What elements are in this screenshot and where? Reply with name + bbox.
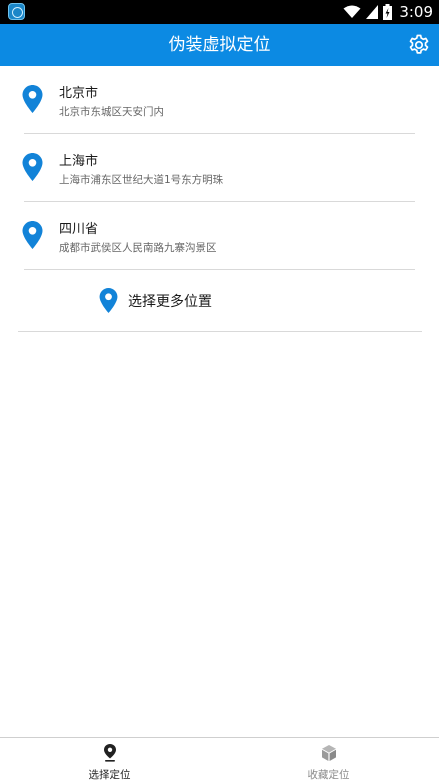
app-bar: 伪装虚拟定位 [0,24,439,66]
location-pin-icon [22,153,43,181]
wifi-icon [343,5,361,18]
divider [18,331,422,332]
location-item-sichuan[interactable]: 四川省 成都市武侯区人民南路九寨沟景区 [0,202,439,270]
status-bar: 3:09 [0,0,439,24]
tab-select-location[interactable]: 选择定位 [0,738,219,782]
page-title: 伪装虚拟定位 [168,35,271,55]
location-pin-icon [22,221,43,249]
location-name: 四川省 [59,222,99,237]
bottom-nav: 选择定位 收藏定位 [0,737,439,782]
battery-icon [383,4,393,20]
status-icons: 3:09 [343,0,433,24]
signal-icon [366,5,379,19]
location-pin-icon [103,744,116,762]
location-address: 成都市武侯区人民南路九寨沟景区 [59,242,217,254]
clock: 3:09 [399,3,433,21]
location-name: 北京市 [59,86,99,101]
tab-favorite-locations[interactable]: 收藏定位 [219,738,438,782]
location-pin-icon [22,85,43,113]
choose-more-location-button[interactable]: 选择更多位置 [0,270,439,331]
location-address: 上海市浦东区世纪大道1号东方明珠 [59,174,224,186]
location-name: 上海市 [59,154,99,169]
gear-icon [409,34,429,54]
settings-button[interactable] [407,33,431,57]
location-pin-icon [99,288,118,313]
tab-label: 选择定位 [88,769,131,781]
tab-label: 收藏定位 [307,769,350,781]
app-icon [8,3,25,20]
location-address: 北京市东城区天安门内 [59,106,164,118]
choose-more-location-label: 选择更多位置 [128,294,212,310]
location-item-beijing[interactable]: 北京市 北京市东城区天安门内 [0,66,439,134]
cube-icon [321,745,336,761]
location-item-shanghai[interactable]: 上海市 上海市浦东区世纪大道1号东方明珠 [0,134,439,202]
